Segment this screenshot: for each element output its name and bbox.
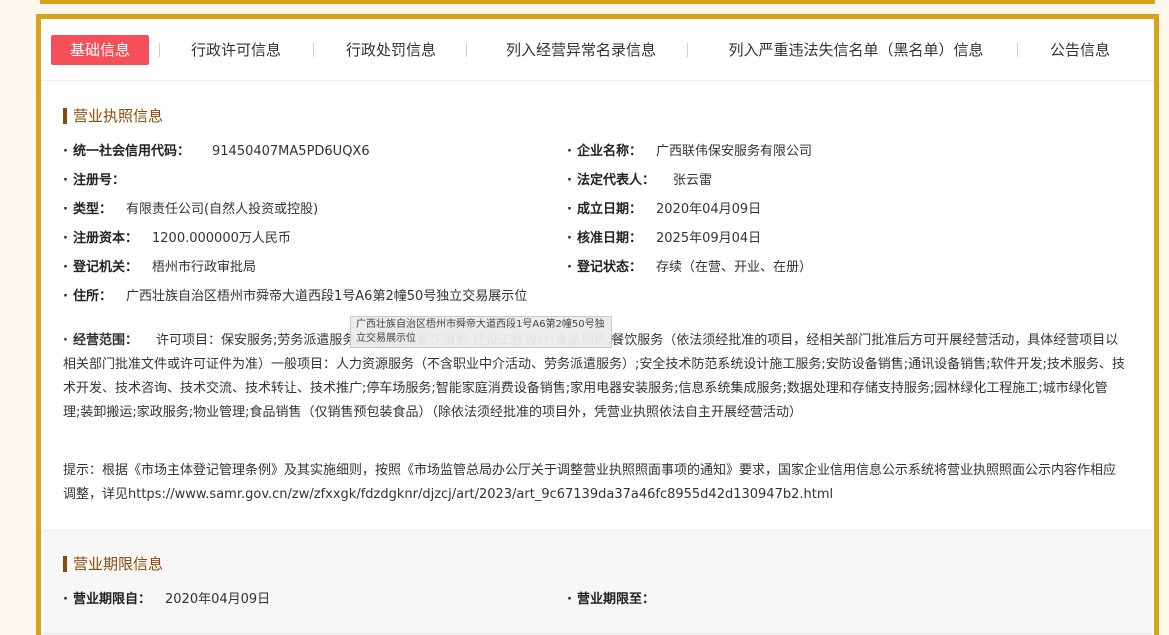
license-section-title: 营业执照信息 — [63, 107, 163, 125]
credit-code-value: 91450407MA5PD6UQX6 — [212, 144, 370, 159]
type-value: 有限责任公司(自然人投资或控股) — [126, 202, 319, 217]
tab-separator — [466, 43, 467, 57]
tab-separator — [159, 43, 160, 57]
address-label: 住所： — [73, 289, 113, 304]
field-address: · 住所： 广西壮族自治区梧州市舜帝大道西段1号A6第2幢50号独立交易展示位 — [63, 289, 528, 304]
est-date-label: 成立日期： — [577, 202, 643, 217]
top-strip — [40, 0, 1155, 4]
term-to-label: 营业期限至： — [577, 592, 656, 607]
capital-value: 1200.000000万人民币 — [152, 231, 291, 246]
tab-admin-penalty[interactable]: 行政处罚信息 — [336, 35, 446, 65]
address-value[interactable]: 广西壮族自治区梧州市舜帝大道西段1号A6第2幢50号独立交易展示位 — [126, 289, 527, 304]
est-date-value: 2020年04月09日 — [656, 202, 762, 217]
company-name-value: 广西联伟保安服务有限公司 — [656, 144, 813, 159]
authority-label: 登记机关： — [73, 260, 139, 275]
divider — [43, 633, 1152, 634]
field-term-to: · 营业期限至： — [567, 592, 656, 607]
field-est-date: · 成立日期： 2020年04月09日 — [567, 202, 762, 217]
field-authority: · 登记机关： 梧州市行政审批局 — [63, 260, 257, 275]
field-capital: · 注册资本： 1200.000000万人民币 — [63, 231, 291, 246]
status-label: 登记状态： — [577, 260, 643, 275]
term-section-title: 营业期限信息 — [63, 555, 163, 573]
tab-blacklist[interactable]: 列入严重违法失信名单（黑名单）信息 — [713, 35, 999, 65]
field-type: · 类型： 有限责任公司(自然人投资或控股) — [63, 202, 319, 217]
tab-admin-license[interactable]: 行政许可信息 — [181, 35, 291, 65]
tab-separator — [687, 43, 688, 57]
type-label: 类型： — [73, 202, 113, 217]
field-credit-code: · 统一社会信用代码： 91450407MA5PD6UQX6 — [63, 144, 370, 159]
license-section: 营业执照信息 · 统一社会信用代码： 91450407MA5PD6UQX6 · 企业名… — [43, 81, 1152, 530]
field-approve-date: · 核准日期： 2025年09月04日 — [567, 231, 762, 246]
tab-abnormal-list[interactable]: 列入经营异常名录信息 — [496, 35, 666, 65]
term-from-label: 营业期限自： — [73, 592, 152, 607]
field-status: · 登记状态： 存续（在营、开业、在册） — [567, 260, 813, 275]
field-company-name: · 企业名称： 广西联伟保安服务有限公司 — [567, 144, 813, 159]
tab-separator — [313, 43, 314, 57]
tab-announcements[interactable]: 公告信息 — [1045, 35, 1115, 65]
tab-bar: 基础信息 行政许可信息 行政处罚信息 列入经营异常名录信息 列入严重违法失信名单… — [41, 19, 1154, 81]
field-term-from: · 营业期限自： 2020年04月09日 — [63, 592, 271, 607]
company-name-label: 企业名称： — [577, 144, 643, 159]
status-value: 存续（在营、开业、在册） — [656, 260, 813, 275]
notice-text: 提示：根据《市场主体登记管理条例》及其实施细则，按照《市场监管总局办公厅关于调整… — [63, 463, 1117, 502]
field-legal-rep: · 法定代表人： 张云雷 — [567, 173, 713, 188]
scope-label: 经营范围： — [73, 333, 139, 348]
authority-value: 梧州市行政审批局 — [152, 260, 257, 275]
credit-code-label: 统一社会信用代码： — [73, 144, 191, 159]
address-tooltip: 广西壮族自治区梧州市舜帝大道西段1号A6第2幢50号独立交易展示位 — [350, 316, 612, 348]
approve-date-label: 核准日期： — [577, 231, 643, 246]
tab-separator — [1017, 43, 1018, 57]
tab-basic-info[interactable]: 基础信息 — [51, 35, 149, 65]
legal-rep-value: 张云雷 — [673, 173, 713, 188]
reg-no-label: 注册号： — [73, 173, 126, 188]
term-section: 营业期限信息 · 营业期限自： 2020年04月09日 · 营业期限至： — [43, 530, 1152, 635]
approve-date-value: 2025年09月04日 — [656, 231, 762, 246]
field-reg-no: · 注册号： — [63, 173, 126, 188]
legal-rep-label: 法定代表人： — [577, 173, 656, 188]
capital-label: 注册资本： — [73, 231, 139, 246]
term-from-value: 2020年04月09日 — [165, 592, 271, 607]
